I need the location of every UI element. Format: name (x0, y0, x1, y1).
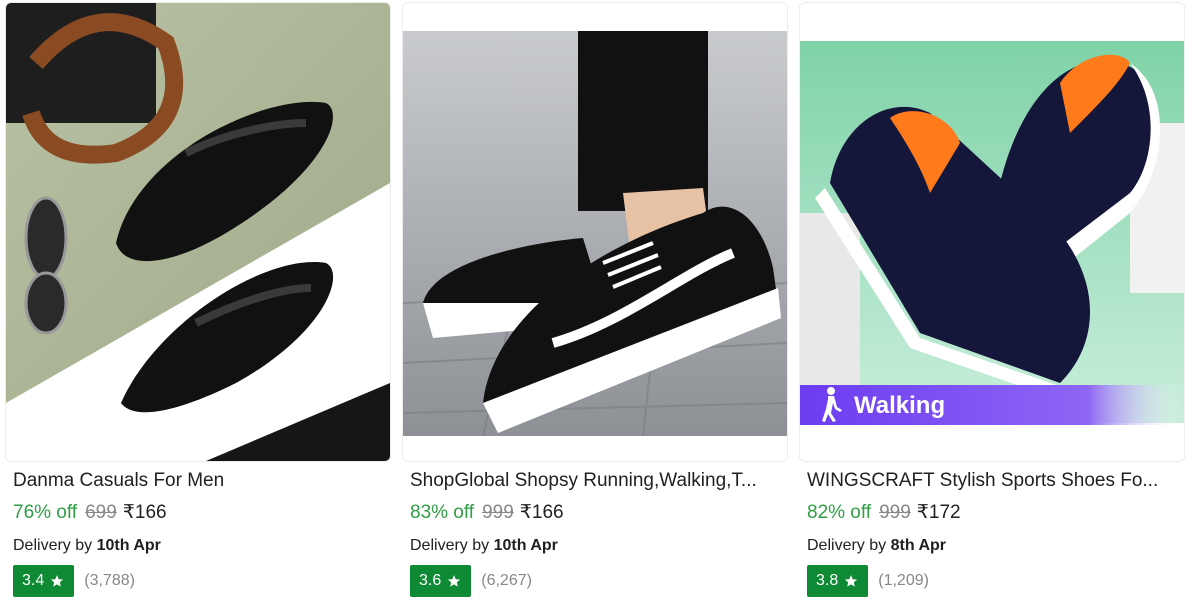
selling-price: ₹166 (122, 502, 167, 523)
product-image[interactable] (5, 2, 391, 462)
rating-badge: 3.4 (13, 565, 75, 597)
delivery-info: Delivery by 8th Apr (807, 537, 946, 555)
discount-text: 82% off (807, 502, 872, 523)
product-card[interactable]: Danma Casuals For Men 76% off 699 ₹166 Del… (5, 0, 391, 604)
selling-price: ₹166 (519, 502, 564, 523)
rating-value: 3.4 (22, 572, 45, 589)
star-icon (845, 575, 858, 587)
delivery-date: 8th Apr (890, 537, 946, 554)
slip-on-photo: Walking (800, 3, 1184, 461)
rating-row: 3.4 (3,788) (13, 565, 135, 597)
delivery-prefix: Delivery by (410, 537, 490, 554)
rating-value: 3.6 (419, 572, 442, 589)
product-card[interactable]: ShopGlobal Shopsy Running,Walking,T... 8… (402, 0, 788, 604)
rating-row: 3.6 (6,267) (410, 565, 532, 597)
rating-badge: 3.6 (410, 565, 472, 597)
rating-count: (1,209) (878, 572, 929, 589)
price-row: 83% off 999 ₹166 (410, 501, 564, 524)
next-card-edge (1196, 0, 1200, 604)
mrp-text: 999 (482, 502, 514, 523)
loafers-photo (6, 3, 390, 461)
product-title[interactable]: ShopGlobal Shopsy Running,Walking,T... (410, 470, 757, 492)
rating-value: 3.8 (816, 572, 839, 589)
product-title[interactable]: Danma Casuals For Men (13, 470, 224, 492)
selling-price: ₹172 (916, 502, 961, 523)
delivery-prefix: Delivery by (807, 537, 887, 554)
mrp-text: 699 (85, 502, 117, 523)
delivery-date: 10th Apr (96, 537, 161, 554)
delivery-prefix: Delivery by (13, 537, 93, 554)
product-image[interactable] (402, 2, 788, 462)
rating-row: 3.8 (1,209) (807, 565, 929, 597)
mrp-text: 999 (879, 502, 911, 523)
discount-text: 76% off (13, 502, 78, 523)
sneakers-photo (403, 3, 787, 461)
delivery-info: Delivery by 10th Apr (13, 537, 161, 555)
star-icon (51, 575, 64, 587)
price-row: 76% off 699 ₹166 (13, 501, 167, 524)
price-row: 82% off 999 ₹172 (807, 501, 961, 524)
product-image[interactable]: Walking (799, 2, 1185, 462)
delivery-date: 10th Apr (493, 537, 558, 554)
discount-text: 83% off (410, 502, 475, 523)
star-icon (448, 575, 461, 587)
rating-count: (6,267) (481, 572, 532, 589)
walking-tag-label: Walking (854, 392, 945, 419)
rating-badge: 3.8 (807, 565, 869, 597)
product-card[interactable]: Walking WINGSCRAFT Stylish Sports Shoes … (799, 0, 1185, 604)
product-title[interactable]: WINGSCRAFT Stylish Sports Shoes Fo... (807, 470, 1158, 492)
rating-count: (3,788) (84, 572, 135, 589)
delivery-info: Delivery by 10th Apr (410, 537, 558, 555)
